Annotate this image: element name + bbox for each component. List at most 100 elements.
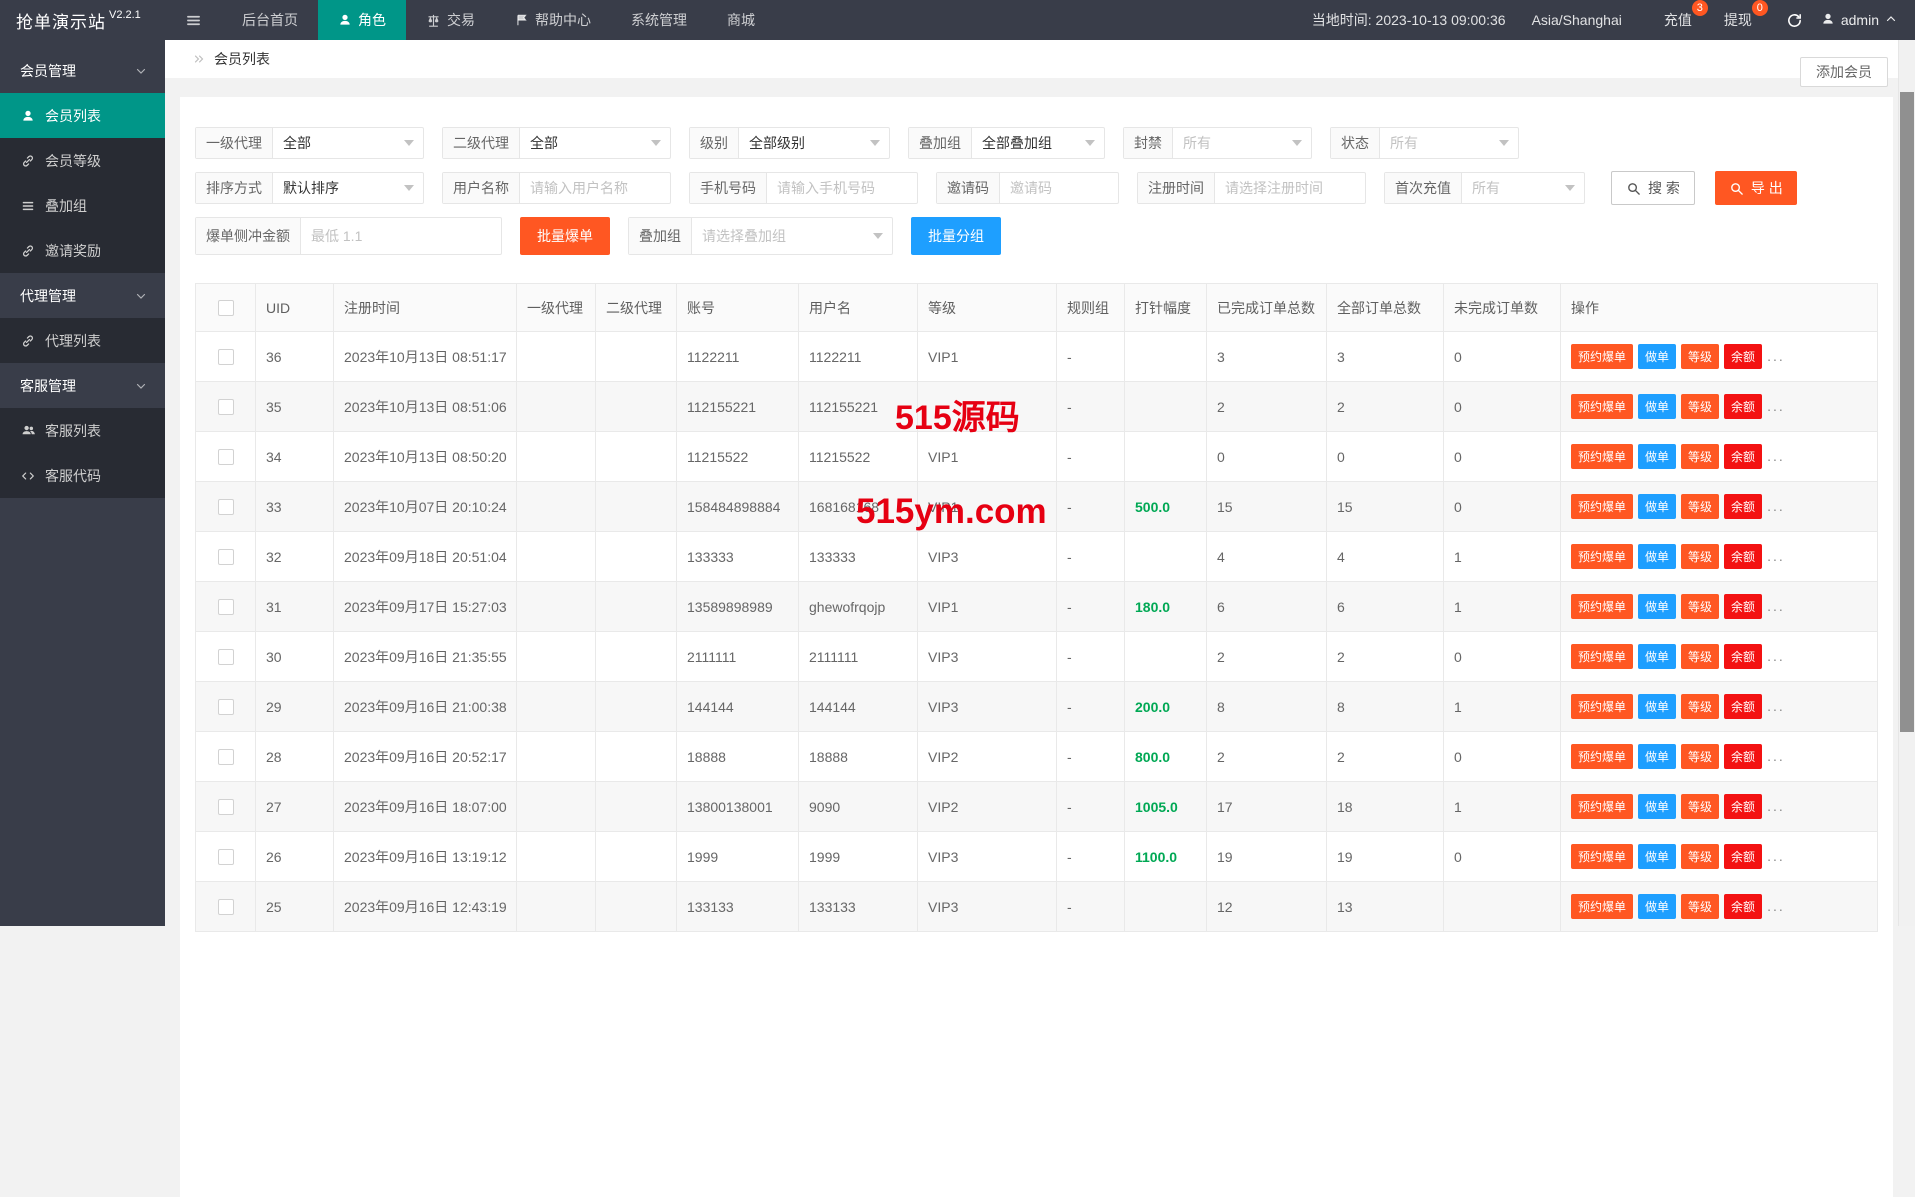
sidebar-item-客服列表[interactable]: 客服列表	[0, 408, 165, 453]
make-order-button[interactable]: 做单	[1638, 444, 1676, 469]
nav-item-系统管理[interactable]: 系统管理	[611, 0, 707, 40]
quick-link-充值[interactable]: 充值3	[1664, 10, 1692, 30]
reserve-burst-button[interactable]: 预约爆单	[1571, 744, 1633, 769]
balance-button[interactable]: 余额	[1724, 544, 1762, 569]
make-order-button[interactable]: 做单	[1638, 844, 1676, 869]
nav-item-交易[interactable]: 交易	[406, 0, 495, 40]
sidebar-item-代理列表[interactable]: 代理列表	[0, 318, 165, 363]
row-checkbox[interactable]	[218, 649, 234, 665]
make-order-button[interactable]: 做单	[1638, 594, 1676, 619]
nav-item-帮助中心[interactable]: 帮助中心	[495, 0, 611, 40]
level-button[interactable]: 等级	[1681, 694, 1719, 719]
sidebar-group-代理管理[interactable]: 代理管理	[0, 273, 165, 318]
row-checkbox[interactable]	[218, 599, 234, 615]
balance-button[interactable]: 余额	[1724, 844, 1762, 869]
reserve-burst-button[interactable]: 预约爆单	[1571, 894, 1633, 919]
search-button[interactable]: 搜 索	[1611, 171, 1695, 205]
batch-burst-button[interactable]: 批量爆单	[520, 217, 610, 255]
row-checkbox[interactable]	[218, 849, 234, 865]
row-checkbox[interactable]	[218, 499, 234, 515]
filter-input-手机号码[interactable]: 请输入手机号码	[767, 173, 917, 203]
filter-select-封禁[interactable]: 所有	[1173, 128, 1311, 158]
more-actions[interactable]: ...	[1767, 398, 1785, 414]
balance-button[interactable]: 余额	[1724, 344, 1762, 369]
nav-item-角色[interactable]: 角色	[318, 0, 406, 40]
filter-select-二级代理[interactable]: 全部	[520, 128, 670, 158]
filter-input-注册时间[interactable]: 请选择注册时间	[1215, 173, 1365, 203]
make-order-button[interactable]: 做单	[1638, 544, 1676, 569]
user-menu[interactable]: admin	[1821, 12, 1897, 29]
balance-button[interactable]: 余额	[1724, 444, 1762, 469]
balance-button[interactable]: 余额	[1724, 494, 1762, 519]
level-button[interactable]: 等级	[1681, 894, 1719, 919]
export-button[interactable]: 导 出	[1715, 171, 1797, 205]
level-button[interactable]: 等级	[1681, 844, 1719, 869]
level-button[interactable]: 等级	[1681, 594, 1719, 619]
balance-button[interactable]: 余额	[1724, 644, 1762, 669]
more-actions[interactable]: ...	[1767, 748, 1785, 764]
add-member-button[interactable]: 添加会员	[1800, 57, 1888, 87]
sidebar-item-邀请奖励[interactable]: 邀请奖励	[0, 228, 165, 273]
more-actions[interactable]: ...	[1767, 348, 1785, 364]
row-checkbox[interactable]	[218, 699, 234, 715]
sidebar-group-客服管理[interactable]: 客服管理	[0, 363, 165, 408]
batch-group-button[interactable]: 批量分组	[911, 217, 1001, 255]
more-actions[interactable]: ...	[1767, 698, 1785, 714]
sidebar-group-会员管理[interactable]: 会员管理	[0, 48, 165, 93]
make-order-button[interactable]: 做单	[1638, 344, 1676, 369]
scrollbar-thumb[interactable]	[1900, 92, 1914, 732]
balance-button[interactable]: 余额	[1724, 794, 1762, 819]
level-button[interactable]: 等级	[1681, 794, 1719, 819]
row-checkbox[interactable]	[218, 399, 234, 415]
more-actions[interactable]: ...	[1767, 548, 1785, 564]
balance-button[interactable]: 余额	[1724, 894, 1762, 919]
row-checkbox[interactable]	[218, 749, 234, 765]
row-checkbox[interactable]	[218, 349, 234, 365]
make-order-button[interactable]: 做单	[1638, 894, 1676, 919]
more-actions[interactable]: ...	[1767, 798, 1785, 814]
filter-select-一级代理[interactable]: 全部	[273, 128, 423, 158]
sidebar-item-会员列表[interactable]: 会员列表	[0, 93, 165, 138]
make-order-button[interactable]: 做单	[1638, 744, 1676, 769]
reserve-burst-button[interactable]: 预约爆单	[1571, 644, 1633, 669]
row-checkbox[interactable]	[218, 549, 234, 565]
level-button[interactable]: 等级	[1681, 344, 1719, 369]
reserve-burst-button[interactable]: 预约爆单	[1571, 494, 1633, 519]
filter-select-级别[interactable]: 全部级别	[739, 128, 889, 158]
select-all-checkbox[interactable]	[218, 300, 234, 316]
quick-link-提现[interactable]: 提现0	[1724, 10, 1752, 30]
sidebar-toggle-button[interactable]	[165, 0, 222, 40]
row-checkbox[interactable]	[218, 899, 234, 915]
row-checkbox[interactable]	[218, 449, 234, 465]
reserve-burst-button[interactable]: 预约爆单	[1571, 594, 1633, 619]
nav-item-后台首页[interactable]: 后台首页	[222, 0, 318, 40]
more-actions[interactable]: ...	[1767, 648, 1785, 664]
reserve-burst-button[interactable]: 预约爆单	[1571, 444, 1633, 469]
balance-button[interactable]: 余额	[1724, 744, 1762, 769]
balance-button[interactable]: 余额	[1724, 694, 1762, 719]
reserve-burst-button[interactable]: 预约爆单	[1571, 694, 1633, 719]
filter-select-首次充值[interactable]: 所有	[1462, 173, 1584, 203]
sidebar-item-会员等级[interactable]: 会员等级	[0, 138, 165, 183]
filter-input-邀请码[interactable]: 邀请码	[1000, 173, 1118, 203]
level-button[interactable]: 等级	[1681, 744, 1719, 769]
nav-item-商城[interactable]: 商城	[707, 0, 775, 40]
sidebar-item-叠加组[interactable]: 叠加组	[0, 183, 165, 228]
balance-button[interactable]: 余额	[1724, 594, 1762, 619]
reserve-burst-button[interactable]: 预约爆单	[1571, 394, 1633, 419]
row-checkbox[interactable]	[218, 799, 234, 815]
level-button[interactable]: 等级	[1681, 544, 1719, 569]
reserve-burst-button[interactable]: 预约爆单	[1571, 844, 1633, 869]
filter-select-排序方式[interactable]: 默认排序	[273, 173, 423, 203]
level-button[interactable]: 等级	[1681, 394, 1719, 419]
filter-select-叠加组[interactable]: 请选择叠加组	[692, 218, 892, 254]
level-button[interactable]: 等级	[1681, 644, 1719, 669]
reserve-burst-button[interactable]: 预约爆单	[1571, 794, 1633, 819]
make-order-button[interactable]: 做单	[1638, 394, 1676, 419]
level-button[interactable]: 等级	[1681, 494, 1719, 519]
filter-select-状态[interactable]: 所有	[1380, 128, 1518, 158]
make-order-button[interactable]: 做单	[1638, 794, 1676, 819]
balance-button[interactable]: 余额	[1724, 394, 1762, 419]
filter-input-用户名称[interactable]: 请输入用户名称	[520, 173, 670, 203]
more-actions[interactable]: ...	[1767, 498, 1785, 514]
